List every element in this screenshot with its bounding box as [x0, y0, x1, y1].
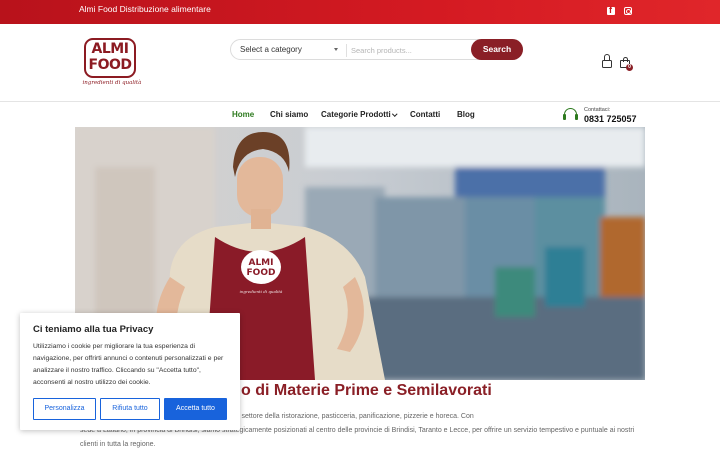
instagram-icon[interactable]: [624, 7, 632, 15]
cart-bag-icon[interactable]: 0: [620, 57, 633, 71]
logo-line-1: ALMI: [91, 41, 129, 57]
cookie-consent-banner: Ci teniamo alla tua Privacy Utilizziamo …: [20, 313, 240, 430]
logo-tagline: ingredienti di qualità: [82, 80, 142, 86]
nav-item-contatti[interactable]: Contatti: [410, 110, 440, 119]
page-heading: o di Materie Prime e Semilavorati: [241, 382, 492, 399]
nav-item-chi-siamo[interactable]: Chi siamo: [270, 110, 308, 119]
cart-count-badge: 0: [626, 64, 633, 71]
apron-logo-line-2: FOOD: [247, 268, 276, 278]
search-divider: [346, 44, 347, 57]
cookie-message: Utilizziamo i cookie per migliorare la t…: [33, 343, 224, 386]
contact-phone[interactable]: Contattaci: 0831 725057: [563, 105, 643, 127]
apron-logo-line-1: ALMI: [248, 258, 273, 268]
search-button[interactable]: Search: [471, 39, 523, 60]
nav-item-home[interactable]: Home: [232, 110, 254, 119]
site-header: ALMI FOOD ingredienti di qualità Select …: [0, 24, 720, 102]
accept-all-button[interactable]: Accetta tutto: [164, 398, 227, 420]
facebook-icon[interactable]: [607, 5, 615, 15]
search-input[interactable]: [351, 43, 469, 57]
contact-label: Contattaci:: [584, 107, 611, 113]
top-bar-tagline: Almi Food Distribuzione alimentare: [79, 4, 211, 14]
account-lock-icon[interactable]: [602, 54, 612, 68]
apron-logo-tagline: ingredienti di qualità: [240, 289, 283, 294]
nav-item-categorie-prodotti[interactable]: Categorie Prodotti: [321, 110, 398, 119]
reject-all-button[interactable]: Rifiuta tutto: [100, 398, 160, 420]
category-select[interactable]: Select a category: [240, 45, 302, 54]
customize-button[interactable]: Personalizza: [33, 398, 96, 420]
logo-badge: ALMI FOOD: [84, 38, 136, 78]
site-logo[interactable]: ALMI FOOD ingredienti di qualità: [82, 38, 141, 88]
cookie-title: Ci teniamo alla tua Privacy: [33, 324, 154, 335]
top-bar: Almi Food Distribuzione alimentare: [0, 0, 720, 24]
social-links: [607, 5, 632, 15]
product-search: Select a category Search: [230, 39, 523, 60]
contact-phone-number: 0831 725057: [584, 114, 637, 124]
chevron-down-icon: [392, 110, 398, 116]
nav-item-blog[interactable]: Blog: [457, 110, 475, 119]
logo-line-2: FOOD: [88, 57, 133, 73]
chevron-down-icon[interactable]: [334, 48, 338, 51]
headset-icon: [563, 108, 578, 121]
nav-item-label: Categorie Prodotti: [321, 110, 391, 119]
